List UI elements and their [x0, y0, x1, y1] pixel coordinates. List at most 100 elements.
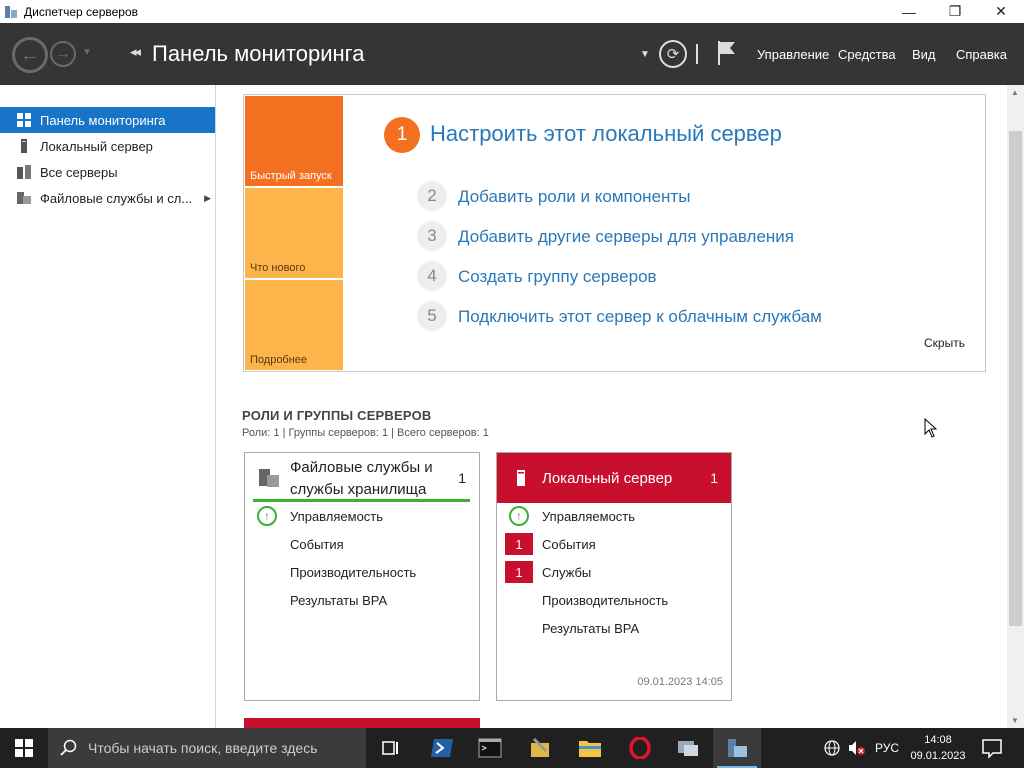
taskbar-app-tools[interactable]	[516, 728, 564, 768]
tile-label: Быстрый запуск	[250, 170, 332, 182]
card-title[interactable]: Локальный сервер	[542, 468, 672, 490]
taskbar-app-opera[interactable]	[616, 728, 664, 768]
status-ok-icon: ↑	[509, 506, 529, 526]
card-header[interactable]: Локальный сервер 1	[497, 453, 731, 503]
step-link-create-group[interactable]: Создать группу серверов	[458, 267, 657, 287]
card-row-manageability[interactable]: ↑ Управляемость	[245, 505, 479, 529]
main-scrollbar[interactable]: ▲ ▼	[1007, 85, 1024, 728]
file-services-icon	[259, 469, 279, 487]
taskbar: Чтобы начать поиск, введите здесь РУС 14…	[0, 728, 1024, 768]
card-row-bpa[interactable]: Результаты BPA	[497, 617, 731, 641]
sidebar-item-all-servers[interactable]: Все серверы	[0, 159, 215, 185]
card-count: 1	[710, 470, 718, 486]
windows-logo-icon	[15, 739, 33, 757]
start-button[interactable]	[0, 728, 48, 768]
card-row-performance[interactable]: Производительность	[245, 561, 479, 585]
row-label: Результаты BPA	[290, 593, 388, 608]
sidebar-item-label: Локальный сервер	[40, 138, 153, 154]
menu-manage[interactable]: Управление	[757, 47, 829, 62]
role-card-partial[interactable]	[244, 718, 480, 728]
menu-view[interactable]: Вид	[912, 47, 936, 62]
card-row-bpa[interactable]: Результаты BPA	[245, 589, 479, 613]
card-row-events[interactable]: События	[245, 533, 479, 557]
alert-count-badge: 1	[505, 561, 533, 583]
card-row-services[interactable]: 1 Службы	[497, 561, 731, 585]
tile-quick-start[interactable]: Быстрый запуск	[245, 96, 343, 186]
page-title: Панель мониторинга	[152, 41, 365, 66]
forward-button[interactable]: →	[50, 41, 76, 67]
minimize-button[interactable]: —	[886, 0, 932, 23]
breadcrumb-dropdown-icon[interactable]: ▼	[640, 49, 650, 60]
row-label: Производительность	[290, 565, 417, 580]
roles-section-title: РОЛИ И ГРУППЫ СЕРВЕРОВ	[242, 408, 432, 423]
step-link-add-servers[interactable]: Добавить другие серверы для управления	[458, 227, 794, 247]
refresh-icon[interactable]: ⟳	[659, 40, 687, 68]
card-timestamp: 09.01.2023 14:05	[637, 676, 723, 688]
menu-help[interactable]: Справка	[956, 47, 1007, 62]
window-titlebar: Диспетчер серверов — ❐ ✕	[0, 0, 1024, 23]
taskbar-search[interactable]: Чтобы начать поиск, введите здесь	[48, 728, 366, 768]
step-number-4: 4	[417, 261, 447, 291]
sidebar-item-label: Панель мониторинга	[40, 112, 166, 128]
command-prompt-icon	[478, 738, 502, 758]
sidebar-item-dashboard[interactable]: Панель мониторинга	[0, 107, 215, 133]
history-dropdown-icon[interactable]: ▼	[82, 47, 92, 58]
step-link-cloud-services[interactable]: Подключить этот сервер к облачным служба…	[458, 307, 822, 327]
step-number-3: 3	[417, 221, 447, 251]
scroll-down-icon[interactable]: ▼	[1011, 716, 1019, 725]
scrollbar-thumb[interactable]	[1009, 131, 1022, 626]
task-view-button[interactable]	[368, 728, 416, 768]
taskbar-clock[interactable]: 14:08 09.01.2023	[903, 732, 973, 764]
back-button[interactable]: ←	[12, 37, 48, 73]
tile-whats-new[interactable]: Что нового	[245, 188, 343, 278]
network-globe-icon[interactable]	[824, 740, 840, 756]
step-link-add-roles[interactable]: Добавить роли и компоненты	[458, 187, 690, 207]
row-label: Результаты BPA	[542, 621, 640, 636]
dashboard-icon	[17, 113, 31, 127]
clock-time: 14:08	[924, 734, 952, 746]
taskbar-app-explorer[interactable]	[566, 728, 614, 768]
card-row-manageability[interactable]: ↑ Управляемость	[497, 505, 731, 529]
sidebar-item-label: Файловые службы и сл...	[40, 190, 193, 206]
main-content: Быстрый запуск Что нового Подробнее 1 На…	[217, 85, 1007, 728]
servers-icon	[17, 165, 31, 179]
hide-link[interactable]: Скрыть	[924, 336, 965, 350]
volume-muted-icon[interactable]	[848, 740, 866, 756]
taskbar-app-powershell[interactable]	[418, 728, 466, 768]
sidebar-item-file-services[interactable]: Файловые службы и сл... ▶	[0, 185, 215, 211]
taskbar-app-cmd[interactable]	[466, 728, 514, 768]
server-manager-icon	[728, 739, 747, 757]
sidebar-item-local-server[interactable]: Локальный сервер	[0, 133, 215, 159]
opera-browser-icon	[629, 737, 651, 759]
action-center-icon[interactable]	[980, 736, 1004, 760]
tile-learn-more[interactable]: Подробнее	[245, 280, 343, 370]
mouse-cursor-icon	[924, 418, 938, 438]
step-link-configure-local-server[interactable]: Настроить этот локальный сервер	[430, 121, 782, 147]
card-row-performance[interactable]: Производительность	[497, 589, 731, 613]
row-label: События	[542, 537, 596, 552]
search-placeholder: Чтобы начать поиск, введите здесь	[88, 740, 318, 756]
window-title: Диспетчер серверов	[24, 4, 139, 19]
scroll-up-icon[interactable]: ▲	[1011, 88, 1019, 97]
admin-tools-icon	[531, 737, 549, 757]
taskbar-app-server-manager[interactable]	[713, 728, 761, 768]
row-label: Службы	[542, 565, 592, 580]
maximize-button[interactable]: ❐	[932, 0, 978, 23]
card-header[interactable]: Файловые службы и службы хранилища 1	[245, 453, 479, 503]
expand-chevron-icon[interactable]: ▶	[204, 193, 211, 204]
powershell-icon	[431, 739, 453, 757]
server-icon	[21, 139, 27, 153]
tile-label: Что нового	[250, 262, 306, 274]
notifications-flag-icon[interactable]	[716, 40, 738, 66]
menu-tools[interactable]: Средства	[838, 47, 896, 62]
card-row-events[interactable]: 1 События	[497, 533, 731, 557]
tile-label: Подробнее	[250, 354, 308, 366]
card-title[interactable]: Файловые службы и службы хранилища	[290, 457, 433, 501]
taskbar-app-remote[interactable]	[664, 728, 712, 768]
role-card-file-services[interactable]: Файловые службы и службы хранилища 1 ↑ У…	[244, 452, 480, 701]
role-card-local-server[interactable]: Локальный сервер 1 ↑ Управляемость 1 Соб…	[496, 452, 732, 701]
language-indicator[interactable]: РУС	[875, 741, 899, 755]
server-icon	[517, 470, 525, 486]
back-arrow-icon: ←	[20, 43, 40, 66]
close-button[interactable]: ✕	[978, 0, 1024, 23]
